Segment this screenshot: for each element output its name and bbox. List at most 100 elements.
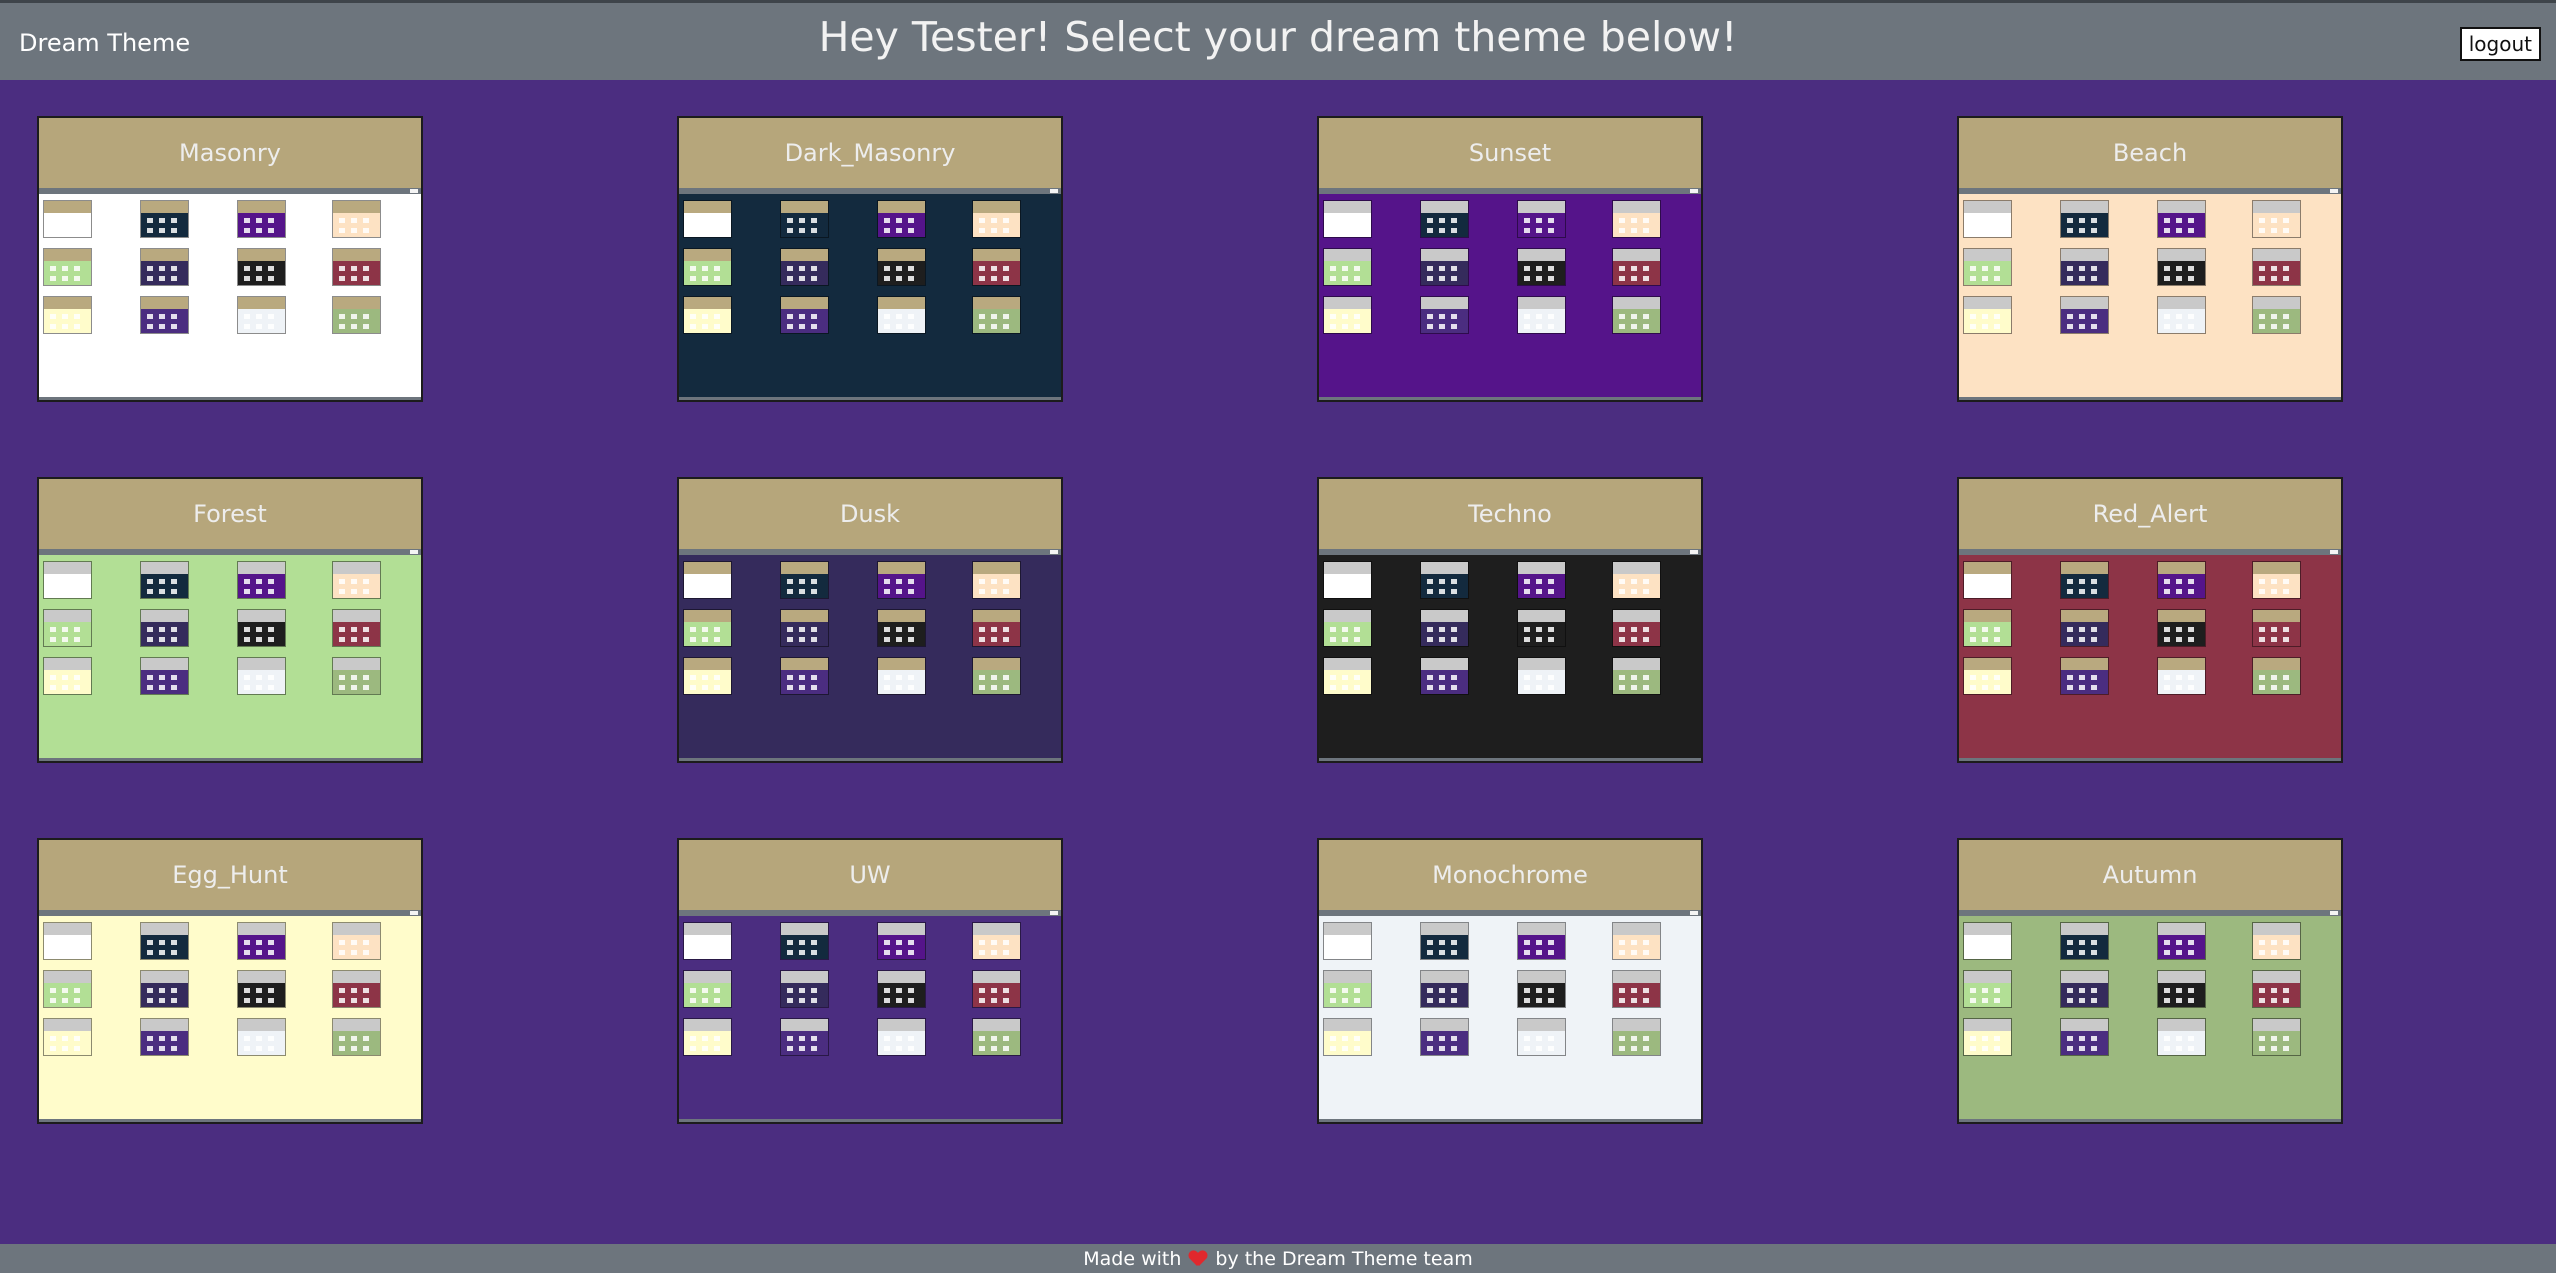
footer: Made with by the Dream Theme team xyxy=(0,1244,2556,1273)
preview-mini-card xyxy=(2060,561,2109,599)
preview-mini-card xyxy=(972,296,1021,334)
preview-navbar xyxy=(1959,188,2341,194)
preview-mini-card xyxy=(780,248,829,286)
preview-mini-card xyxy=(140,296,189,334)
preview-mini-card xyxy=(140,970,189,1008)
preview-mini-card xyxy=(1517,248,1566,286)
preview-mini-card xyxy=(1612,609,1661,647)
theme-card-autumn[interactable]: Autumn xyxy=(1957,838,2343,1124)
preview-mini-card xyxy=(2157,561,2206,599)
preview-mini-card xyxy=(1323,609,1372,647)
preview-mini-card xyxy=(2252,657,2301,695)
preview-logout-button xyxy=(1690,911,1698,915)
preview-mini-card xyxy=(683,561,732,599)
preview-mini-card xyxy=(1517,200,1566,238)
preview-navbar xyxy=(1959,910,2341,916)
theme-card-dusk[interactable]: Dusk xyxy=(677,477,1063,763)
preview-mini-card xyxy=(2252,922,2301,960)
preview-navbar xyxy=(39,910,421,916)
theme-card-dark-masonry[interactable]: Dark_Masonry xyxy=(677,116,1063,402)
preview-mini-card xyxy=(1612,922,1661,960)
theme-card-uw[interactable]: UW xyxy=(677,838,1063,1124)
preview-mini-card xyxy=(683,296,732,334)
preview-logout-button xyxy=(1690,550,1698,554)
preview-mini-card xyxy=(43,248,92,286)
preview-mini-card xyxy=(237,200,286,238)
theme-card-title: Sunset xyxy=(1319,118,1701,188)
preview-logout-button xyxy=(1050,189,1058,193)
preview-mini-card xyxy=(1517,561,1566,599)
preview-mini-card xyxy=(2252,1018,2301,1056)
preview-mini-card xyxy=(1517,970,1566,1008)
preview-mini-card xyxy=(780,970,829,1008)
preview-mini-card xyxy=(140,200,189,238)
preview-logout-button xyxy=(410,550,418,554)
theme-card-title: Dusk xyxy=(679,479,1061,549)
theme-card-title: Techno xyxy=(1319,479,1701,549)
preview-mini-card xyxy=(332,609,381,647)
preview-navbar xyxy=(1959,549,2341,555)
preview-mini-card xyxy=(2157,970,2206,1008)
theme-preview xyxy=(679,910,1061,1122)
preview-mini-card xyxy=(877,922,926,960)
preview-mini-card xyxy=(1420,296,1469,334)
preview-mini-card xyxy=(43,561,92,599)
preview-mini-card xyxy=(2252,561,2301,599)
preview-footer xyxy=(1319,397,1701,400)
preview-mini-card xyxy=(972,970,1021,1008)
preview-mini-card xyxy=(780,609,829,647)
preview-mini-card xyxy=(2060,922,2109,960)
preview-mini-card xyxy=(1420,1018,1469,1056)
theme-card-title: Beach xyxy=(1959,118,2341,188)
preview-footer xyxy=(1959,397,2341,400)
theme-preview xyxy=(1319,549,1701,761)
preview-mini-card xyxy=(237,970,286,1008)
navbar: Dream Theme Hey Tester! Select your drea… xyxy=(0,0,2556,80)
theme-card-techno[interactable]: Techno xyxy=(1317,477,1703,763)
preview-mini-card xyxy=(2252,248,2301,286)
theme-preview xyxy=(39,188,421,400)
preview-mini-card xyxy=(332,970,381,1008)
preview-mini-card xyxy=(43,296,92,334)
preview-logout-button xyxy=(2330,550,2338,554)
theme-card-title: Masonry xyxy=(39,118,421,188)
preview-footer xyxy=(1959,1119,2341,1122)
theme-card-masonry[interactable]: Masonry xyxy=(37,116,423,402)
logout-button[interactable]: logout xyxy=(2459,27,2541,61)
preview-mini-card xyxy=(1323,970,1372,1008)
theme-card-beach[interactable]: Beach xyxy=(1957,116,2343,402)
preview-mini-card xyxy=(2060,200,2109,238)
preview-mini-card xyxy=(43,970,92,1008)
preview-mini-card xyxy=(683,200,732,238)
preview-mini-card xyxy=(1323,922,1372,960)
preview-mini-card xyxy=(1420,609,1469,647)
preview-mini-card xyxy=(2060,296,2109,334)
theme-card-egg-hunt[interactable]: Egg_Hunt xyxy=(37,838,423,1124)
theme-preview xyxy=(1319,910,1701,1122)
preview-mini-card xyxy=(1963,248,2012,286)
theme-card-red-alert[interactable]: Red_Alert xyxy=(1957,477,2343,763)
preview-mini-card xyxy=(1612,248,1661,286)
preview-mini-card xyxy=(237,561,286,599)
preview-mini-card xyxy=(1420,970,1469,1008)
preview-footer xyxy=(679,758,1061,761)
preview-mini-card xyxy=(1963,657,2012,695)
preview-mini-card xyxy=(1420,657,1469,695)
theme-preview xyxy=(39,549,421,761)
preview-mini-card xyxy=(237,922,286,960)
preview-mini-card xyxy=(2060,657,2109,695)
preview-mini-card xyxy=(2157,922,2206,960)
preview-mini-card xyxy=(780,296,829,334)
preview-mini-card xyxy=(780,657,829,695)
preview-footer xyxy=(39,1119,421,1122)
preview-mini-card xyxy=(2252,970,2301,1008)
preview-mini-card xyxy=(1420,922,1469,960)
preview-mini-card xyxy=(1323,296,1372,334)
preview-mini-card xyxy=(2060,970,2109,1008)
theme-card-forest[interactable]: Forest xyxy=(37,477,423,763)
theme-card-sunset[interactable]: Sunset xyxy=(1317,116,1703,402)
preview-footer xyxy=(1319,758,1701,761)
preview-mini-card xyxy=(332,1018,381,1056)
theme-card-monochrome[interactable]: Monochrome xyxy=(1317,838,1703,1124)
theme-card-title: Red_Alert xyxy=(1959,479,2341,549)
